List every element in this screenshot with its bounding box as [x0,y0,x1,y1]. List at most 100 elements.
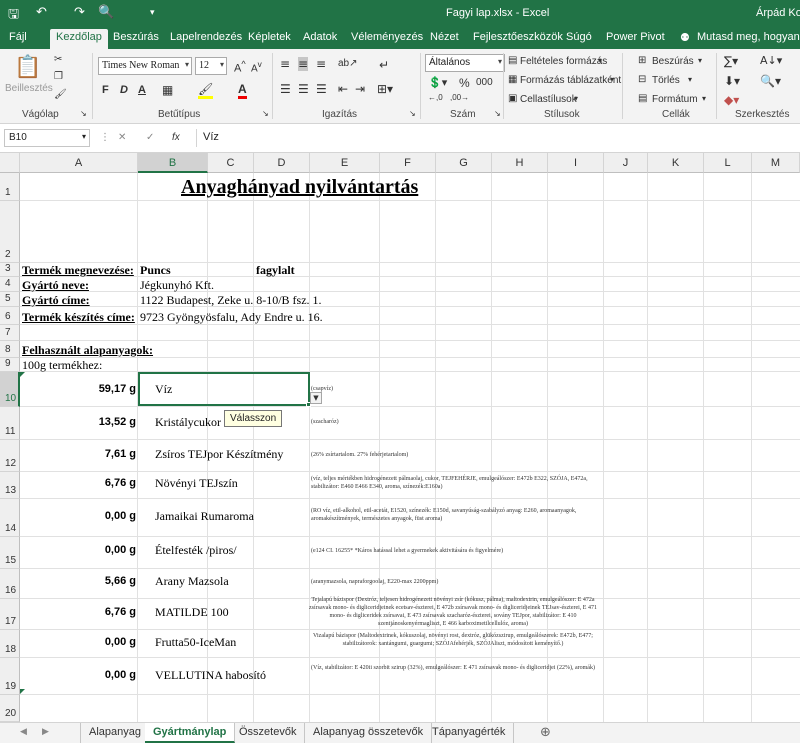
ingredient-desc[interactable]: (csapvíz) [311,385,411,393]
font-launcher-icon[interactable]: ↘ [262,109,269,118]
ingredient-qty[interactable]: 0,00 g [20,544,136,556]
ingredient-name[interactable]: Növényi TEJszín [155,476,238,491]
ingredient-qty[interactable]: 13,52 g [20,416,136,428]
row-header-15[interactable]: 15 [0,537,20,569]
row-header-10[interactable]: 10 [0,372,20,407]
value-production-site[interactable]: 9723 Gyöngyösfalu, Ady Endre u. 16. [140,310,323,325]
copy-icon[interactable]: ❐ [54,71,63,82]
ingredient-qty[interactable]: 6,76 g [20,606,136,618]
row-header-3[interactable]: 3 [0,263,20,277]
ingredient-name[interactable]: MATILDE 100 [155,605,229,620]
cut-icon[interactable]: ✂ [54,54,62,65]
ingredient-qty[interactable]: 0,00 g [20,669,136,681]
customize-quick-access-icon[interactable]: ▾ [150,8,155,18]
column-header-e[interactable]: E [310,153,380,173]
font-size-combo[interactable]: 12 ▾ [195,57,227,75]
sheet-tab-gyartmanylap[interactable]: Gyártmánylap [145,723,236,743]
delete-cells-button[interactable]: Törlés [652,75,680,86]
name-box[interactable]: B10 ▾ [4,129,90,147]
ingredient-name[interactable]: Jamaikai Rumaroma [155,509,254,524]
number-launcher-icon[interactable]: ↘ [494,109,501,118]
row-header-8[interactable]: 8 [0,341,20,358]
worksheet-grid[interactable]: Anyaghányad nyilvántartás Termék megneve… [20,173,800,722]
redo-icon[interactable]: ↷ [74,5,85,20]
autosum-icon[interactable]: ∑▾ [724,54,738,68]
merge-center-icon[interactable]: ⊞▾ [377,82,393,96]
sheet-tab-alapanyag-osszetevok[interactable]: Alapanyag összetevők [305,723,433,743]
ingredient-qty[interactable]: 0,00 g [20,636,136,648]
ingredient-qty[interactable]: 0,00 g [20,510,136,522]
row-header-13[interactable]: 13 [0,472,20,499]
column-header-d[interactable]: D [254,153,310,173]
ingredient-qty[interactable]: 7,61 g [20,448,136,460]
orientation-icon[interactable]: ab↗ [338,58,358,69]
borders-icon[interactable]: ▦ [162,83,173,97]
row-header-20[interactable]: 20 [0,695,20,722]
tell-me-search[interactable]: Mutasd meg, hogyan csi [697,31,800,43]
tab-view[interactable]: Nézet [430,31,459,43]
tab-insert[interactable]: Beszúrás [113,31,159,43]
cell-styles-button[interactable]: Cellastílusok [520,94,577,105]
fill-color-icon[interactable]: 🖌 [198,82,214,99]
wrap-text-icon[interactable]: ↵ [379,58,389,72]
label-production-site[interactable]: Termék készítés címe: [22,310,135,325]
column-header-b[interactable]: B [138,153,208,173]
ingredient-name[interactable]: Ételfesték /piros/ [155,543,237,558]
sheet-tab-tapanyagertek[interactable]: Tápanyagérték [424,723,515,743]
ingredient-qty[interactable]: 6,76 g [20,477,136,489]
alignment-launcher-icon[interactable]: ↘ [409,109,416,118]
row-header-17[interactable]: 17 [0,599,20,630]
column-header-j[interactable]: J [604,153,648,173]
ingredient-name[interactable]: Kristálycukor [155,415,221,430]
align-top-icon[interactable]: ≡ [280,57,290,71]
percent-button[interactable]: % [459,76,470,90]
formula-input[interactable]: Víz [196,129,796,147]
cancel-entry-icon[interactable]: ✕ [118,132,126,143]
value-maker-address[interactable]: 1122 Budapest, Zeke u. 8-10/B fsz. 1. [140,293,322,308]
ingredient-name[interactable]: Zsíros TEJpor Készítmény [155,447,283,462]
row-header-19[interactable]: 19 [0,658,20,695]
error-indicator-icon[interactable] [20,372,25,377]
ingredient-qty[interactable]: 59,17 g [20,383,136,395]
value-product-type[interactable]: fagylalt [256,263,295,278]
format-as-table-button[interactable]: Formázás táblázatként [520,75,621,86]
column-header-a[interactable]: A [20,153,138,173]
increase-decimal-icon[interactable]: ←,0 [428,93,443,102]
sheet-tab-alapanyag[interactable]: Alapanyag [80,723,150,743]
underline-button[interactable]: A [138,84,146,96]
row-header-2[interactable]: 2 [0,201,20,263]
label-product-name[interactable]: Termék megnevezése: [22,263,134,278]
name-box-dropdown-icon[interactable]: ▾ [82,132,86,141]
row-header-14[interactable]: 14 [0,499,20,537]
tab-page-layout[interactable]: Lapelrendezés [170,31,242,43]
tab-scroll-right-icon[interactable]: ▶ [42,727,49,737]
ingredient-name[interactable]: Frutta50-IceMan [155,635,236,650]
ingredient-desc[interactable]: (Víz, stabilizátor: E 420ii szorbit szir… [305,664,601,672]
ingredient-desc[interactable]: (aranymazsola, napraforgoolaj, E220-max … [311,578,611,586]
paste-button[interactable]: Beillesztés [5,83,53,94]
italic-button[interactable]: D [120,84,128,96]
conditional-formatting-button[interactable]: Feltételes formázás [520,56,607,67]
row-header-7[interactable]: 7 [0,325,20,341]
add-sheet-icon[interactable]: ⊕ [540,725,551,740]
row-header-5[interactable]: 5 [0,292,20,307]
ingredient-desc[interactable]: (26% zsírtartalom. 27% fehérjetartalom) [311,451,571,459]
ingredient-name[interactable]: VELLUTINA habosító [155,668,266,683]
row-header-4[interactable]: 4 [0,277,20,292]
column-header-m[interactable]: M [752,153,800,173]
clipboard-launcher-icon[interactable]: ↘ [80,109,87,118]
ingredient-desc[interactable]: Vizalapú bázispor (Maltodextrinek, kókus… [305,632,601,648]
row-header-18[interactable]: 18 [0,630,20,658]
error-indicator-icon[interactable] [20,689,25,694]
sort-filter-icon[interactable]: A↓▾ [760,54,782,67]
tab-scroll-left-icon[interactable]: ◀ [20,727,27,737]
clear-icon[interactable]: ◆▾ [724,93,739,107]
column-header-c[interactable]: C [208,153,254,173]
number-format-combo[interactable]: Általános ▾ [425,54,505,72]
label-maker[interactable]: Gyártó neve: [22,278,89,293]
fill-icon[interactable]: ⬇▾ [724,74,740,88]
find-select-icon[interactable]: 🔍▾ [760,74,781,88]
decrease-decimal-icon[interactable]: ,00→ [450,93,469,102]
ingredient-name[interactable]: Arany Mazsola [155,574,229,589]
label-used-ingredients[interactable]: Felhasznált alapanyagok: [22,343,153,358]
